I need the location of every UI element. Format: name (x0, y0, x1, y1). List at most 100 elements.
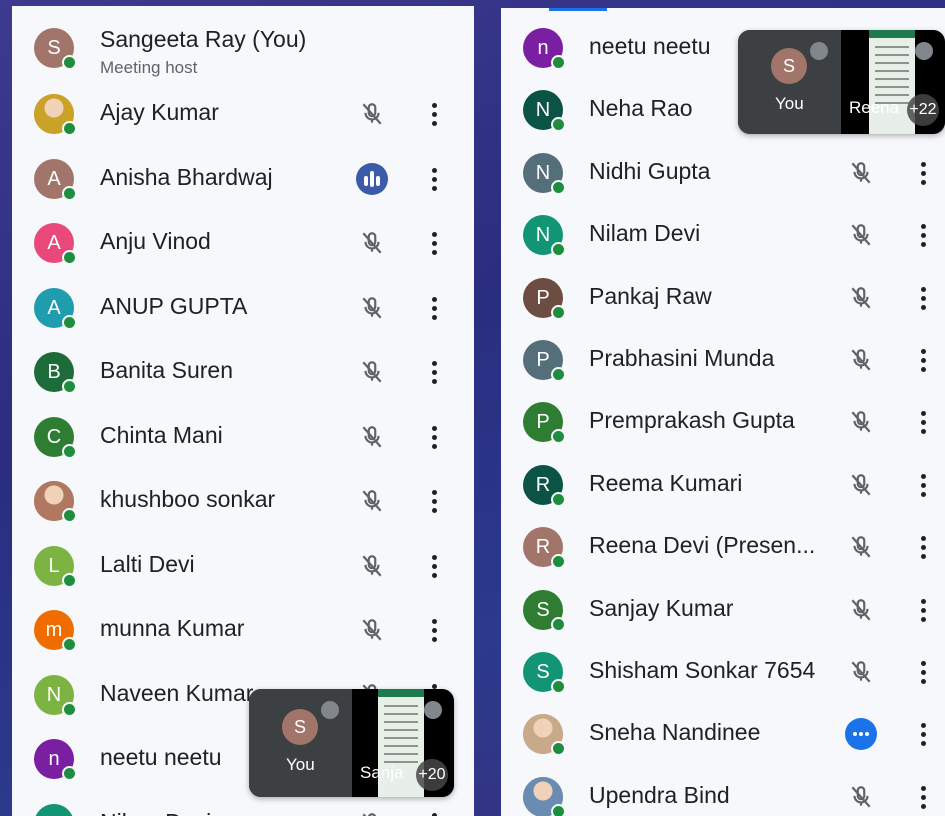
avatar: A (34, 287, 77, 330)
more-options-icon[interactable] (919, 659, 927, 685)
participant-row[interactable]: N Nidhi Gupta (501, 141, 945, 205)
more-options-icon[interactable] (919, 597, 927, 623)
avatar-initial: N (535, 161, 551, 184)
mic-off-icon (359, 811, 385, 816)
avatar-initial: m (45, 619, 63, 641)
more-options-icon[interactable] (919, 784, 927, 810)
participant-name: Nidhi Gupta (589, 157, 711, 184)
participant-row[interactable]: B Banita Suren (12, 340, 474, 404)
participant-row[interactable]: khushboo sonkar (12, 469, 474, 533)
avatar-initial: S (536, 661, 550, 683)
avatar-initial: P (536, 286, 550, 309)
online-dot (62, 443, 77, 459)
participant-name: Sanjay Kumar (589, 594, 734, 621)
online-dot (62, 185, 77, 201)
avatar-initial: C (46, 425, 62, 448)
participant-row[interactable]: P Prabhasini Munda (501, 328, 945, 392)
avatar: N (523, 215, 566, 258)
participant-name: Lalti Devi (100, 550, 195, 577)
online-dot (62, 379, 77, 394)
participant-name: Prabhasini Munda (589, 345, 775, 371)
avatar: m (34, 610, 77, 652)
mic-off-icon (424, 701, 442, 719)
more-options-icon[interactable] (430, 553, 438, 579)
more-options-icon[interactable] (919, 721, 927, 747)
participant-row[interactable]: S Sanjay Kumar (501, 578, 945, 642)
avatar: B (34, 352, 77, 394)
mic-off-icon (848, 160, 874, 186)
mic-off-icon (848, 784, 874, 810)
online-dot (551, 679, 566, 694)
more-participants-count[interactable]: +20 (416, 759, 448, 791)
participant-row[interactable]: A Anisha Bhardwaj (12, 147, 474, 211)
more-options-icon[interactable] (430, 230, 438, 256)
avatar-photo (523, 776, 566, 816)
participant-row[interactable]: C Chinta Mani (12, 405, 474, 469)
avatar: N (523, 152, 566, 195)
speaking-indicator-icon (356, 162, 388, 195)
more-options-icon[interactable] (919, 222, 927, 248)
avatar: N (523, 90, 566, 133)
avatar: S (523, 652, 566, 694)
more-options-icon[interactable] (430, 101, 438, 127)
more-options-icon[interactable] (919, 534, 927, 560)
online-dot (62, 572, 77, 588)
participant-row[interactable]: A Anju Vinod (12, 211, 474, 275)
participant-row[interactable]: P Pankaj Raw (501, 266, 945, 330)
online-dot (551, 741, 566, 757)
host-role: Meeting host (100, 58, 198, 77)
tab-indicator (549, 8, 607, 11)
participant-row[interactable]: N Nilam Devi (501, 203, 945, 267)
avatar: A (34, 158, 77, 201)
more-options-icon[interactable] (919, 472, 927, 498)
participant-row[interactable]: m munna Kumar (12, 598, 474, 662)
online-dot (551, 367, 566, 382)
avatar: C (34, 416, 77, 459)
more-participants-count[interactable]: +22 (907, 94, 939, 126)
online-dot (551, 242, 566, 258)
more-options-icon[interactable] (430, 424, 438, 450)
participant-row[interactable]: L Lalti Devi (12, 534, 474, 598)
more-options-icon[interactable] (430, 166, 438, 192)
options-icon[interactable] (845, 718, 877, 751)
avatar-initial: A (47, 232, 61, 254)
participant-row[interactable]: S Shisham Sonkar 7654 (501, 640, 945, 704)
more-options-icon[interactable] (430, 811, 438, 816)
more-options-icon[interactable] (430, 359, 438, 385)
participant-row[interactable]: R Reena Devi (Presen... (501, 515, 945, 579)
floating-video-tile[interactable]: S You Reena +22 (738, 30, 945, 134)
avatar: L (34, 545, 77, 588)
online-dot (551, 304, 566, 320)
avatar-photo (523, 714, 566, 757)
floating-video-tile[interactable]: S You Sanja +20 (249, 689, 454, 797)
mic-off-icon (915, 42, 933, 60)
participant-name: Sneha Nandinee (589, 719, 761, 746)
avatar-initial: B (47, 361, 61, 383)
more-options-icon[interactable] (919, 285, 927, 311)
avatar: n (523, 28, 566, 70)
online-dot (551, 616, 566, 632)
participant-row[interactable]: Ajay Kumar (12, 82, 474, 146)
more-options-icon[interactable] (919, 160, 927, 186)
more-options-icon[interactable] (919, 347, 927, 373)
online-dot (62, 508, 77, 523)
mic-off-icon (359, 101, 385, 127)
more-options-icon[interactable] (919, 409, 927, 435)
shared-document (869, 30, 915, 134)
participant-row[interactable]: P Premprakash Gupta (501, 390, 945, 454)
online-dot (62, 55, 77, 70)
participant-row[interactable]: Upendra Bind (501, 765, 945, 816)
participant-name: munna Kumar (100, 615, 245, 641)
avatar-initial: N (47, 813, 61, 816)
avatar: S (771, 48, 807, 84)
more-options-icon[interactable] (430, 295, 438, 321)
more-options-icon[interactable] (430, 488, 438, 514)
participant-row[interactable]: Sneha Nandinee (501, 702, 945, 766)
avatar-photo (34, 94, 77, 136)
host-row[interactable]: S Sangeeta Ray (You) Meeting host (12, 14, 474, 78)
avatar-initial: L (48, 554, 60, 577)
more-options-icon[interactable] (430, 617, 438, 643)
participant-row[interactable]: R Reema Kumari (501, 453, 945, 517)
participant-row[interactable]: A ANUP GUPTA (12, 276, 474, 340)
participant-name: ANUP GUPTA (100, 292, 248, 319)
